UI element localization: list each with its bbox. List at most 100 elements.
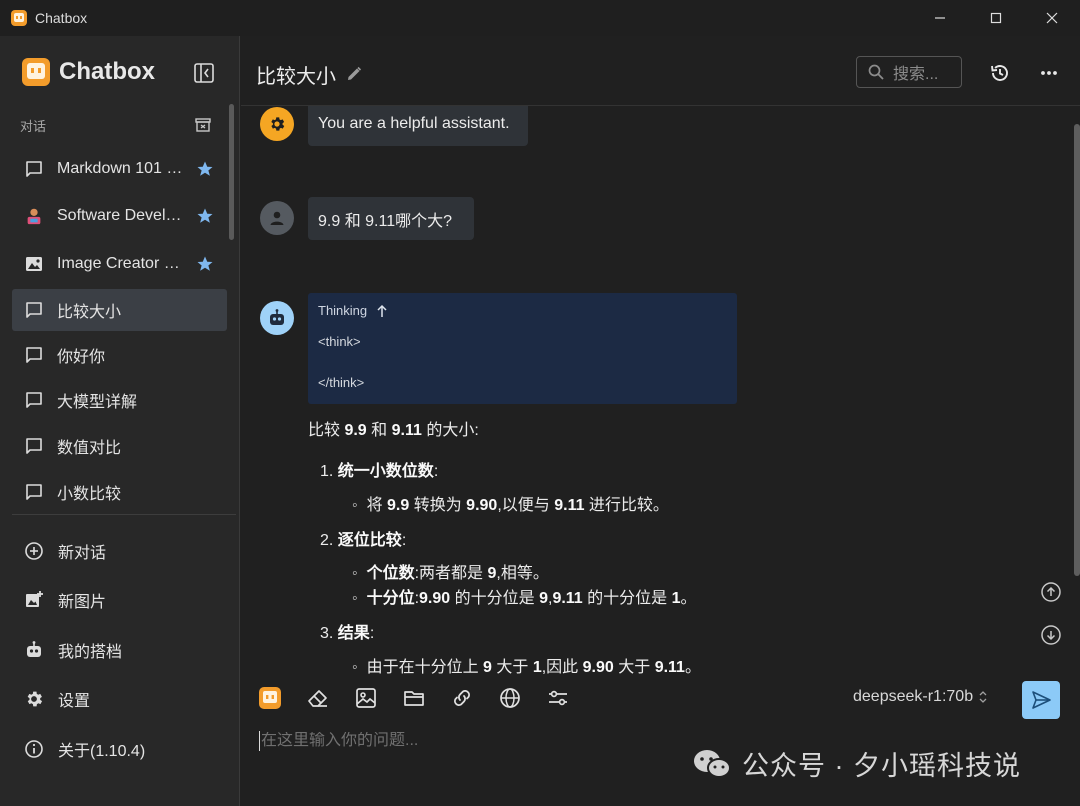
system-message-text: You are a helpful assistant.: [318, 115, 510, 132]
gear-icon: [27, 691, 43, 707]
more-horizontal-icon: [1041, 71, 1057, 75]
chat-scrollbar[interactable]: [1074, 124, 1080, 576]
brand-name: Chatbox: [59, 58, 155, 85]
add-image-icon: [26, 591, 43, 607]
arrow-up-icon: [377, 304, 387, 317]
chat-bubble-icon: [24, 390, 44, 410]
web-browsing-button[interactable]: [497, 685, 523, 711]
send-icon: [1032, 691, 1051, 709]
clear-conversations-button[interactable]: [193, 115, 213, 135]
system-message: You are a helpful assistant.: [308, 106, 528, 146]
clear-context-button[interactable]: [305, 685, 331, 711]
arrow-down-circle-icon: [1041, 625, 1061, 645]
chat-bubble-icon: [24, 436, 44, 456]
answer-step-2-bullet-1: ◦ 个位数:两者都是 9,相等。: [352, 565, 549, 582]
chat-header: 比较大小 搜索...: [241, 36, 1080, 106]
eraser-icon: [308, 690, 327, 707]
minimize-icon: [935, 17, 945, 19]
person-icon: [270, 211, 284, 225]
settings-button[interactable]: 设置: [24, 687, 90, 711]
conversation-item[interactable]: 数值对比: [12, 425, 227, 467]
new-chat-button[interactable]: 新对话: [24, 539, 106, 563]
brand: Chatbox: [22, 58, 155, 86]
collapse-sidebar-button[interactable]: [193, 62, 215, 84]
answer-step-2: 2. 逐位比较:: [320, 532, 407, 549]
attach-file-button[interactable]: [401, 685, 427, 711]
history-icon: [991, 65, 1008, 81]
more-options-button[interactable]: [1038, 62, 1060, 84]
new-image-button[interactable]: 新图片: [24, 588, 106, 612]
window-title: Chatbox: [35, 10, 88, 26]
star-icon[interactable]: [196, 160, 214, 178]
think-open-tag: <think>: [318, 334, 361, 349]
edit-title-button[interactable]: [345, 65, 363, 83]
attach-link-button[interactable]: [449, 685, 475, 711]
conversation-label: 大模型详解: [57, 394, 138, 411]
sliders-icon: [549, 690, 567, 706]
archive-icon: [195, 118, 211, 132]
assistant-avatar: [260, 301, 294, 335]
robot-icon: [270, 309, 284, 325]
thinking-toggle[interactable]: Thinking: [318, 303, 389, 318]
settings-label: 设置: [58, 693, 91, 710]
chat-settings-button[interactable]: [545, 685, 571, 711]
conversation-item-active[interactable]: 比较大小: [12, 289, 227, 331]
chatbox-logo-icon: [259, 687, 281, 709]
my-copilots-label: 我的搭档: [58, 644, 123, 661]
sidebar-scrollbar[interactable]: [229, 104, 234, 240]
user-message: 9.9 和 9.11哪个大?: [308, 197, 474, 240]
conversation-item[interactable]: Software Developer: [12, 195, 227, 237]
minimize-button[interactable]: [912, 0, 968, 36]
scroll-to-top-button[interactable]: [1040, 581, 1062, 603]
scroll-to-bottom-button[interactable]: [1040, 624, 1062, 646]
conversation-item[interactable]: Markdown 101 (Example): [12, 148, 227, 190]
globe-icon: [500, 688, 520, 708]
answer-step-1: 1. 统一小数位数:: [320, 463, 439, 480]
chat-bubble-icon: [24, 482, 44, 502]
new-chat-label: 新对话: [58, 545, 107, 562]
watermark: 公众号 · 夕小瑶科技说: [692, 744, 1021, 783]
close-icon: [1046, 12, 1058, 24]
think-close-tag: </think>: [318, 375, 365, 390]
add-circle-icon: [25, 542, 43, 560]
gear-icon: [271, 117, 285, 131]
folder-icon: [404, 691, 424, 706]
attach-image-button[interactable]: [353, 685, 379, 711]
maximize-button[interactable]: [968, 0, 1024, 36]
search-button[interactable]: 搜索...: [856, 56, 962, 88]
composer-toolbar: deepseek-r1:70b: [241, 675, 1080, 725]
chat-bubble-icon: [24, 159, 44, 179]
copilot-picker-button[interactable]: [257, 685, 283, 711]
conversation-label: 比较大小: [57, 304, 122, 321]
answer-intro: 比较 9.9 和 9.11 的大小:: [308, 422, 479, 439]
conversation-item[interactable]: 小数比较: [12, 471, 227, 513]
watermark-text: 公众号 · 夕小瑶科技说: [742, 751, 1021, 781]
history-button[interactable]: [989, 62, 1011, 84]
star-icon[interactable]: [196, 255, 214, 273]
send-button[interactable]: [1022, 681, 1060, 719]
message-list[interactable]: You are a helpful assistant. 9.9 和 9.11哪…: [241, 106, 1080, 675]
chat-bubble-icon: [24, 300, 44, 320]
conversation-label: Markdown 101 (Example): [57, 160, 185, 177]
chat-bubble-icon: [24, 345, 44, 365]
search-icon: [868, 64, 884, 80]
conversation-item[interactable]: Image Creator (Example): [12, 243, 227, 285]
close-button[interactable]: [1024, 0, 1080, 36]
conversation-label: 数值对比: [57, 440, 122, 457]
my-copilots-button[interactable]: 我的搭档: [24, 638, 122, 662]
maximize-icon: [990, 12, 1002, 24]
search-placeholder: 搜索...: [893, 66, 939, 83]
link-icon: [454, 690, 470, 706]
chatbox-logo-icon: [11, 10, 27, 26]
thinking-label: Thinking: [318, 303, 368, 318]
user-message-text: 9.9 和 9.11哪个大?: [318, 212, 452, 230]
conversation-item[interactable]: 大模型详解: [12, 379, 227, 421]
model-selector[interactable]: deepseek-r1:70b: [853, 688, 988, 706]
star-icon[interactable]: [196, 207, 214, 225]
conversation-item[interactable]: 你好你: [12, 334, 227, 376]
conversation-label: 你好你: [57, 349, 106, 366]
conversation-label: 小数比较: [57, 486, 122, 503]
about-button[interactable]: 关于(1.10.4): [24, 737, 145, 761]
about-label: 关于(1.10.4): [58, 743, 146, 760]
wechat-logo-icon: [694, 749, 731, 778]
